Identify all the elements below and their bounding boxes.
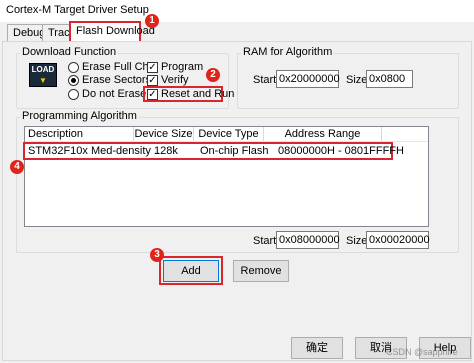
- ram-size-input[interactable]: 0x0800: [366, 70, 413, 88]
- row-address-range: 08000000H - 0801FFFFH: [278, 145, 404, 157]
- title-bar: Cortex-M Target Driver Setup: [0, 0, 474, 22]
- window-title: Cortex-M Target Driver Setup: [6, 4, 149, 16]
- column-device-type[interactable]: Device Type: [194, 127, 264, 141]
- column-device-size[interactable]: Device Size: [134, 127, 194, 141]
- tab-flash-download[interactable]: Flash Download: [69, 21, 155, 43]
- erase-sectors-radio[interactable]: [68, 75, 79, 86]
- verify-checkbox[interactable]: ✓: [147, 75, 158, 86]
- row-device-size: 128k: [154, 145, 178, 157]
- add-button[interactable]: Add: [163, 260, 219, 282]
- load-icon-text: LOAD: [31, 65, 55, 74]
- annotation-badge-2: 2: [206, 68, 220, 82]
- ram-legend: RAM for Algorithm: [241, 46, 335, 58]
- ok-button[interactable]: 确定: [291, 337, 343, 359]
- annotation-badge-4: 4: [10, 160, 24, 174]
- do-not-erase-label: Do not Erase: [82, 88, 147, 100]
- column-description[interactable]: Description: [25, 127, 134, 141]
- row-description: STM32F10x Med-density ...: [28, 145, 164, 157]
- flash-start-input[interactable]: 0x08000000: [276, 231, 340, 249]
- program-label: Program: [161, 61, 204, 73]
- flash-size-input[interactable]: 0x00020000: [366, 231, 430, 249]
- annotation-badge-1: 1: [145, 14, 159, 28]
- remove-button[interactable]: Remove: [233, 260, 289, 282]
- do-not-erase-radio[interactable]: [68, 89, 79, 100]
- watermark: CSDN @sapphire: [386, 347, 458, 357]
- erase-sectors-label: Erase Sectors: [82, 74, 152, 86]
- ram-start-input[interactable]: 0x20000000: [276, 70, 340, 88]
- annotation-badge-3: 3: [150, 248, 164, 262]
- load-icon: LOAD ▼: [29, 63, 57, 87]
- reset-and-run-checkbox[interactable]: ✓: [147, 89, 158, 100]
- verify-label: Verify: [161, 74, 189, 86]
- column-address-range[interactable]: Address Range: [264, 127, 382, 141]
- erase-full-chip-label: Erase Full Chip: [82, 61, 158, 73]
- program-checkbox[interactable]: ✓: [147, 62, 158, 73]
- erase-full-chip-radio[interactable]: [68, 62, 79, 73]
- download-function-legend: Download Function: [20, 46, 119, 58]
- reset-and-run-label: Reset and Run: [161, 88, 235, 100]
- programming-algorithm-legend: Programming Algorithm: [20, 110, 139, 122]
- row-device-type: On-chip Flash: [200, 145, 269, 157]
